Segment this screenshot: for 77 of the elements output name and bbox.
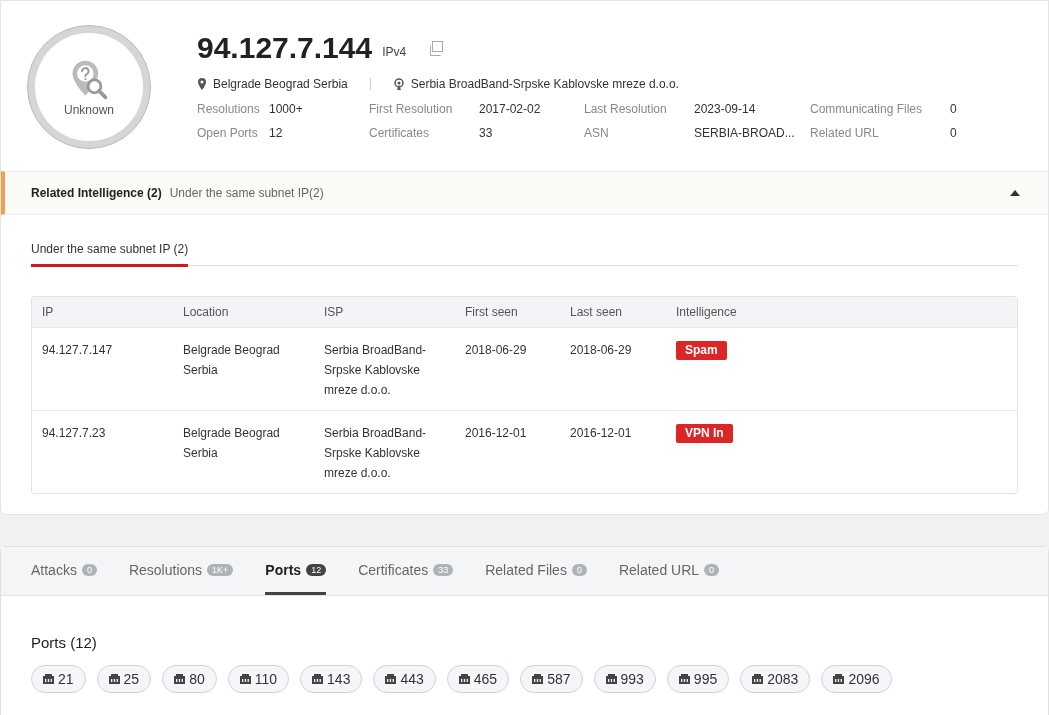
column-header: First seen (465, 304, 519, 321)
port-chip[interactable]: 993 (593, 665, 656, 693)
port-icon (833, 674, 845, 684)
port-icon (108, 674, 120, 684)
port-icon (312, 674, 324, 684)
stat-label: Related URL (810, 126, 880, 140)
tab[interactable]: Related Files 0 (485, 547, 587, 595)
stat-value: 0 (950, 102, 958, 116)
stat-label: ASN (584, 126, 610, 140)
stat-value: SERBIA-BROAD... (694, 126, 796, 140)
stat-value: 2017-02-02 (479, 102, 542, 116)
isp-text: Serbia BroadBand-Srpske Kablovske mreze d.o.o. (410, 77, 679, 91)
table-cell-text: Serbia BroadBand-Srpske Kablovske mreze d.o.o. (324, 342, 428, 399)
column-header: IP (42, 304, 55, 321)
stat-label: Last Resolution (584, 102, 668, 116)
tab[interactable]: Ports 12 (265, 547, 327, 595)
table-cell-text: Belgrade Beograd Serbia (183, 342, 281, 379)
intelligence-tag: Spam (676, 341, 727, 360)
column-header: ISP (324, 304, 345, 321)
column-header: Intelligence (676, 304, 738, 321)
table-cell-text: 94.127.7.147 (42, 342, 114, 359)
stat-value: 12 (269, 126, 284, 140)
caret-icon[interactable] (1010, 190, 1020, 196)
port-chip[interactable]: 21 (31, 665, 86, 693)
port-icon (678, 674, 690, 684)
port-icon (458, 674, 470, 684)
subnet-tab[interactable]: Under the same subnet IP (2) (31, 235, 189, 267)
port-chip[interactable]: 587 (520, 665, 583, 693)
ports-title: Ports (12) (31, 634, 98, 651)
table-cell-text: 2016-12-01 (465, 425, 528, 442)
tab[interactable]: Related URL 0 (618, 547, 720, 595)
ip-version: IPv4 (382, 45, 407, 59)
port-chip[interactable]: 143 (300, 665, 363, 693)
stat-label: Open Ports (197, 126, 259, 140)
stat-label: Resolutions (197, 102, 261, 116)
stat-value: 33 (479, 126, 494, 140)
column-header: Location (183, 304, 230, 321)
ip-address: 94.127.7.144 (197, 31, 373, 65)
section-title: Related Intelligence (2) (31, 186, 162, 200)
port-icon (532, 674, 544, 684)
verdict-label: Unknown (64, 103, 114, 117)
related-intelligence-bar[interactable]: Related Intelligence (2) Under the same subnet IP(2) (1, 171, 1048, 215)
port-chip[interactable]: 25 (96, 665, 152, 693)
table-cell-text: Serbia BroadBand-Srpske Kablovske mreze d.o.o. (324, 425, 428, 482)
antenna-icon (392, 78, 405, 90)
tab[interactable]: Certificates 33 (358, 547, 454, 595)
stat-label: Certificates (369, 126, 431, 140)
stat-value: 0 (950, 126, 958, 140)
port-chip[interactable]: 2096 (821, 665, 892, 693)
port-icon (385, 674, 397, 684)
port-chip[interactable]: 80 (162, 665, 217, 693)
stat-label: First Resolution (369, 102, 454, 116)
tab[interactable]: Attacks 0 (31, 547, 97, 595)
port-icon (43, 674, 54, 684)
section-summary: Under the same subnet IP(2) (169, 186, 324, 200)
port-chip[interactable]: 2083 (740, 665, 811, 693)
port-chip[interactable]: 465 (446, 665, 510, 693)
column-header: Last seen (570, 304, 624, 321)
table-cell-text: Belgrade Beograd Serbia (183, 425, 281, 462)
table-cell-text: 94.127.7.23 (42, 425, 107, 442)
stat-value: 2023-09-14 (694, 102, 757, 116)
table-cell-text: 2018-06-29 (465, 342, 528, 359)
stat-value: 1000+ (269, 102, 304, 116)
table-cell-text: 2016-12-01 (570, 425, 633, 442)
port-chip[interactable]: 995 (666, 665, 730, 693)
port-chip[interactable]: 110 (227, 665, 290, 693)
port-icon (605, 674, 617, 684)
tab[interactable]: Resolutions 1K+ (128, 547, 234, 595)
stat-label: Communicating Files (810, 102, 924, 116)
location-text: Belgrade Beograd Serbia (213, 77, 348, 91)
location-pin-icon (197, 78, 207, 90)
port-chip[interactable]: 443 (373, 665, 436, 693)
port-icon (239, 674, 251, 684)
port-icon (752, 674, 764, 684)
port-icon (174, 674, 186, 684)
intelligence-tag: VPN In (676, 424, 733, 443)
table-cell-text: 2018-06-29 (570, 342, 633, 359)
